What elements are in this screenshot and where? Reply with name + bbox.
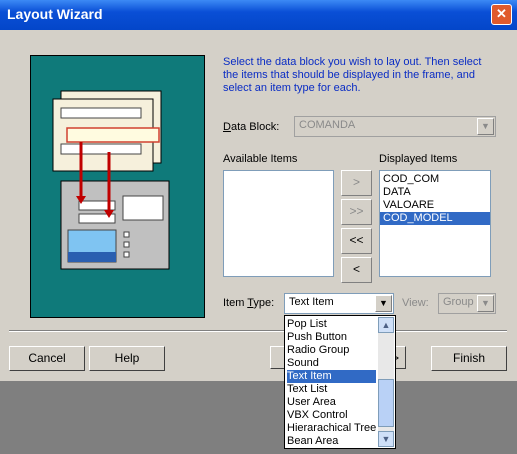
wizard-illustration xyxy=(30,55,205,318)
dropdown-option[interactable]: VBX Control xyxy=(287,409,376,422)
close-icon: ✕ xyxy=(496,6,507,21)
dropdown-option[interactable]: User Area xyxy=(287,396,376,409)
dropdown-scrollbar[interactable]: ▲ ▼ xyxy=(378,317,394,447)
dropdown-option[interactable]: Text List xyxy=(287,383,376,396)
dropdown-option[interactable]: Push Button xyxy=(287,331,376,344)
dropdown-option[interactable]: Bean Area xyxy=(287,435,376,448)
chevron-down-icon: ▼ xyxy=(477,118,494,135)
scroll-down-icon[interactable]: ▼ xyxy=(378,431,394,447)
available-items-list[interactable] xyxy=(223,170,334,277)
item-type-combo[interactable]: Text Item ▼ xyxy=(284,293,394,314)
dropdown-option[interactable]: Radio Group xyxy=(287,344,376,357)
remove-all-button[interactable]: << xyxy=(341,228,372,254)
data-block-combo[interactable]: COMANDA ▼ xyxy=(294,116,496,137)
help-button[interactable]: Help xyxy=(89,346,165,371)
close-button[interactable]: ✕ xyxy=(491,4,512,25)
chevron-down-icon: ▼ xyxy=(477,295,494,312)
instructions-text: Select the data block you wish to lay ou… xyxy=(223,56,482,94)
layout-wizard-window: Layout Wizard ✕ Select the data block yo… xyxy=(0,0,517,381)
displayed-items-label: Displayed Items xyxy=(379,153,458,165)
dropdown-option-selected[interactable]: Text Item xyxy=(287,370,376,383)
displayed-items-list[interactable]: COD_COM DATA VALOARE COD_MODEL xyxy=(379,170,491,277)
separator xyxy=(9,330,507,332)
view-value: Group xyxy=(443,296,474,308)
item-type-dropdown-list[interactable]: Pop List Push Button Radio Group Sound T… xyxy=(284,315,396,449)
scrollbar-thumb[interactable] xyxy=(378,379,394,427)
layout-illustration-image xyxy=(52,90,170,270)
chevron-down-icon[interactable]: ▼ xyxy=(375,295,392,312)
remove-item-button[interactable]: < xyxy=(341,257,372,283)
add-all-button[interactable]: >> xyxy=(341,199,372,225)
list-item[interactable]: VALOARE xyxy=(380,199,490,212)
dropdown-option[interactable]: Sound xyxy=(287,357,376,370)
window-title: Layout Wizard xyxy=(7,6,103,22)
dropdown-option[interactable]: Pop List xyxy=(287,318,376,331)
data-block-label: Data Block: xyxy=(223,121,280,133)
list-item[interactable]: COD_COM xyxy=(380,173,490,186)
item-type-label: Item Type: xyxy=(223,297,275,309)
title-bar: Layout Wizard ✕ xyxy=(0,0,517,30)
cancel-button[interactable]: Cancel xyxy=(9,346,85,371)
view-combo[interactable]: Group ▼ xyxy=(438,293,496,314)
item-type-value: Text Item xyxy=(289,296,334,308)
view-label: View: xyxy=(402,297,429,309)
available-items-label: Available Items xyxy=(223,153,298,165)
list-item[interactable]: DATA xyxy=(380,186,490,199)
add-item-button[interactable]: > xyxy=(341,170,372,196)
scroll-up-icon[interactable]: ▲ xyxy=(378,317,394,333)
list-item-selected[interactable]: COD_MODEL xyxy=(380,212,490,225)
dropdown-option[interactable]: Hierarachical Tree xyxy=(287,422,376,435)
data-block-value: COMANDA xyxy=(299,119,356,131)
finish-button[interactable]: Finish xyxy=(431,346,507,371)
